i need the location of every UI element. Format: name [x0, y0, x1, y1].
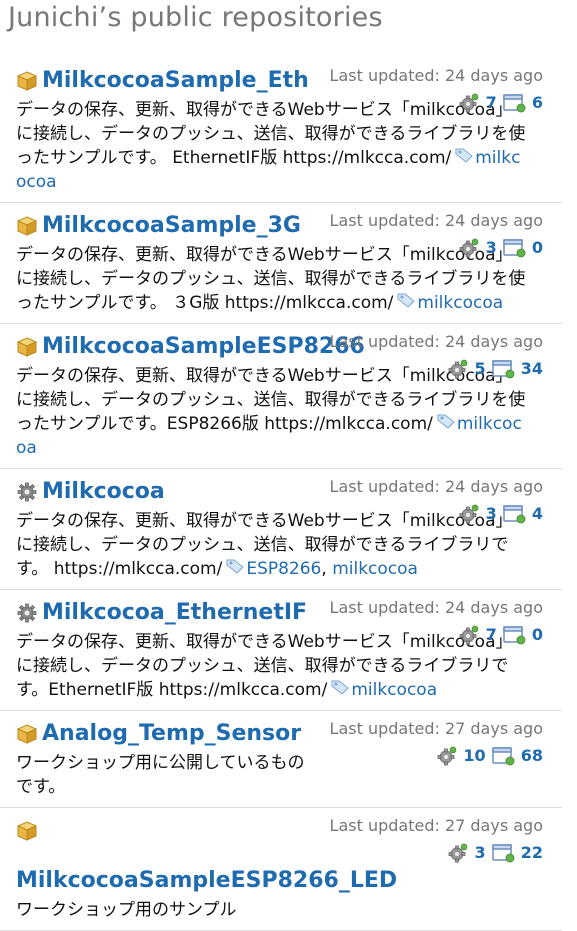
- repo-name-link[interactable]: MilkcocoaSample_3G: [42, 213, 301, 239]
- tag-link[interactable]: milkcocoa: [351, 680, 437, 700]
- fork-icon: [447, 843, 469, 863]
- package-icon: [16, 215, 38, 237]
- last-updated: Last updated: 27 days ago: [329, 816, 543, 835]
- tag-icon: [397, 293, 416, 313]
- tag-link[interactable]: milkcocoa: [417, 293, 503, 313]
- package-icon: [16, 70, 38, 92]
- tag-icon: [455, 148, 473, 168]
- repo-item: Last updated: 24 days ago 7 0 Milkcocoa_E…: [0, 590, 562, 711]
- watcher-icon: [491, 359, 515, 379]
- repo-counts: 3 0: [330, 237, 543, 259]
- fork-count[interactable]: 3: [486, 238, 497, 257]
- tag-icon: [437, 414, 455, 434]
- last-updated: Last updated: 24 days ago: [329, 332, 543, 351]
- tag-icon: [226, 559, 245, 579]
- fork-count[interactable]: 10: [463, 746, 485, 765]
- repo-type-icon: [16, 820, 38, 842]
- fork-count[interactable]: 7: [486, 93, 497, 112]
- watcher-icon: [502, 93, 526, 113]
- last-updated: Last updated: 24 days ago: [329, 598, 543, 617]
- repo-meta: Last updated: 24 days ago 3 4: [330, 477, 543, 525]
- watcher-count[interactable]: 68: [521, 746, 543, 765]
- last-updated: Last updated: 24 days ago: [329, 477, 543, 496]
- fork-icon: [447, 359, 469, 379]
- watcher-icon: [502, 238, 526, 258]
- repo-name-link[interactable]: Milkcocoa: [42, 479, 165, 505]
- watcher-count[interactable]: 4: [532, 504, 543, 523]
- fork-icon: [458, 625, 480, 645]
- repo-counts: 3 4: [330, 503, 543, 525]
- repo-name-link[interactable]: MilkcocoaSample_Eth: [42, 68, 309, 94]
- repo-item: Last updated: 24 days ago 7 6 MilkcocoaSa…: [0, 58, 562, 203]
- gear-icon: [16, 481, 38, 503]
- repo-name-link[interactable]: MilkcocoaSampleESP8266_LED: [16, 868, 397, 894]
- repo-meta: Last updated: 24 days ago 5 34: [330, 332, 543, 380]
- repo-meta: Last updated: 24 days ago 3 0: [330, 211, 543, 259]
- package-icon: [16, 723, 38, 745]
- fork-icon: [458, 504, 480, 524]
- repo-name-link[interactable]: Analog_Temp_Sensor: [42, 721, 301, 747]
- repo-description: ワークショップ用のサンプル: [16, 898, 528, 922]
- description-text: ワークショップ用のサンプル: [16, 900, 237, 920]
- repo-counts: 10 68: [330, 745, 543, 767]
- watcher-count[interactable]: 0: [532, 238, 543, 257]
- package-icon: [16, 336, 38, 358]
- fork-count[interactable]: 3: [486, 504, 497, 523]
- fork-icon: [458, 238, 480, 258]
- repo-meta: Last updated: 24 days ago 7 6: [330, 66, 543, 114]
- watcher-count[interactable]: 0: [532, 625, 543, 644]
- description-text: ワークショップ用に公開しているものです。: [16, 753, 305, 797]
- repo-meta: Last updated: 27 days ago 10 68: [330, 719, 543, 767]
- repo-name-link[interactable]: MilkcocoaSampleESP8266: [42, 334, 365, 360]
- watcher-count[interactable]: 22: [521, 843, 543, 862]
- watcher-count[interactable]: 34: [521, 359, 543, 378]
- repo-item: Last updated: 24 days ago 3 4 Milkcocoa デー…: [0, 469, 562, 590]
- repo-item: Last updated: 27 days ago 3 22 MilkcocoaS…: [0, 808, 562, 931]
- repo-counts: 5 34: [330, 358, 543, 380]
- repo-list: Last updated: 24 days ago 7 6 MilkcocoaSa…: [0, 58, 577, 931]
- last-updated: Last updated: 27 days ago: [329, 719, 543, 738]
- repo-item: Last updated: 27 days ago 10 68 Analog_Te…: [0, 711, 562, 808]
- fork-icon: [458, 93, 480, 113]
- tag-link[interactable]: milkcocoa: [332, 559, 418, 579]
- repo-name-link[interactable]: Milkcocoa_EthernetIF: [42, 600, 307, 626]
- fork-count[interactable]: 7: [486, 625, 497, 644]
- watcher-count[interactable]: 6: [532, 93, 543, 112]
- fork-count[interactable]: 5: [474, 359, 485, 378]
- watcher-icon: [502, 504, 526, 524]
- tag-link[interactable]: ESP8266: [246, 559, 321, 579]
- repo-counts: 7 0: [330, 624, 543, 646]
- gear-icon: [16, 602, 38, 624]
- repo-counts: 7 6: [330, 92, 543, 114]
- repo-description: ワークショップ用に公開しているものです。: [16, 751, 318, 799]
- page-title: Junichi’s public repositories: [8, 2, 383, 33]
- watcher-icon: [502, 625, 526, 645]
- repo-meta: Last updated: 24 days ago 7 0: [330, 598, 543, 646]
- last-updated: Last updated: 24 days ago: [329, 211, 543, 230]
- repo-item: Last updated: 24 days ago 5 34 MilkcocoaS…: [0, 324, 562, 469]
- last-updated: Last updated: 24 days ago: [329, 66, 543, 85]
- fork-icon: [436, 746, 458, 766]
- fork-count[interactable]: 3: [474, 843, 485, 862]
- watcher-icon: [491, 746, 515, 766]
- repo-counts: 3 22: [330, 842, 543, 864]
- tag-icon: [331, 680, 350, 700]
- repo-item: Last updated: 24 days ago 3 0 MilkcocoaSa…: [0, 203, 562, 324]
- repo-meta: Last updated: 27 days ago 3 22: [330, 816, 543, 864]
- watcher-icon: [491, 843, 515, 863]
